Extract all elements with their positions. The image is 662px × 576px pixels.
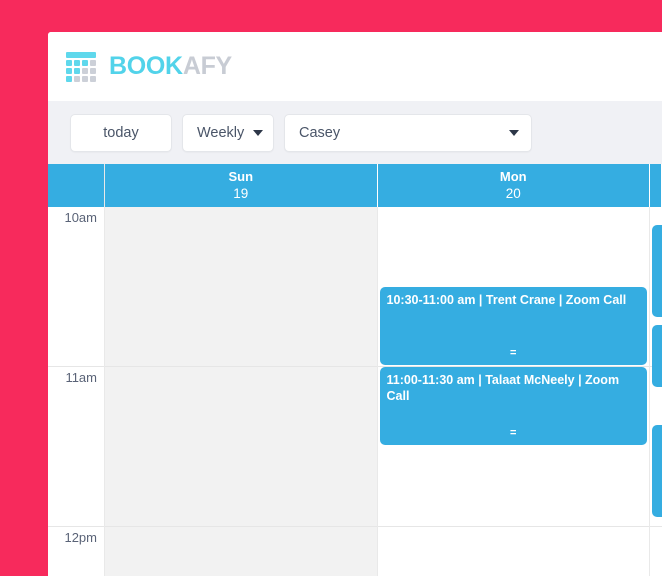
bookafy-logo[interactable]: BOOKAFY [66, 51, 232, 82]
time-slot: 12pm [48, 527, 104, 576]
day-header-number: 20 [505, 186, 521, 202]
time-slot: 11am [48, 367, 104, 527]
hour-cell[interactable] [650, 527, 662, 576]
day-column-next-partial[interactable] [650, 207, 662, 576]
header-gutter-cell [48, 164, 105, 207]
calendar-toolbar: today Weekly Casey [48, 101, 662, 164]
day-column-sun[interactable] [105, 207, 378, 576]
chevron-down-icon [509, 129, 519, 136]
time-gutter: 10am 11am 12pm [48, 207, 105, 576]
brand-name-secondary: AFY [182, 52, 232, 80]
staff-select-value: Casey [299, 124, 341, 141]
brand-bar: BOOKAFY [48, 32, 662, 101]
brand-name-primary: BOOK [109, 52, 183, 80]
calendar-event[interactable]: 11:00-11:30 am | Talaat McNeely | Zoom C… [379, 367, 648, 445]
app-card: BOOKAFY today Weekly Casey Sun 19 Mon 20 [48, 32, 662, 576]
view-select-value: Weekly [197, 124, 245, 141]
day-header-sun[interactable]: Sun 19 [105, 164, 378, 207]
day-column-mon[interactable]: 10:30-11:00 am | Trent Crane | Zoom Call… [377, 207, 650, 576]
today-button-label: today [103, 124, 139, 141]
time-label: 12pm [64, 530, 97, 545]
chevron-down-icon [253, 129, 263, 136]
calendar-event-partial[interactable] [652, 325, 662, 387]
hour-cell[interactable] [105, 527, 377, 576]
today-button[interactable]: today [70, 113, 172, 152]
day-header-dow: Sun [228, 168, 254, 184]
hour-cell[interactable] [105, 207, 377, 367]
weekly-calendar: Sun 19 Mon 20 10am 11am 12pm 10:30-11:00… [48, 164, 662, 576]
calendar-event-label: 11:00-11:30 am | Talaat McNeely | Zoom C… [386, 373, 620, 403]
staff-select[interactable]: Casey [284, 113, 532, 152]
calendar-grid-icon [66, 51, 96, 82]
calendar-event-label: 10:30-11:00 am | Trent Crane | Zoom Call [386, 293, 627, 307]
day-header-next-partial[interactable] [650, 164, 662, 207]
calendar-event-partial[interactable] [652, 425, 662, 517]
calendar-event[interactable]: 10:30-11:00 am | Trent Crane | Zoom Call… [379, 287, 648, 365]
day-header-mon[interactable]: Mon 20 [378, 164, 650, 207]
calendar-day-header: Sun 19 Mon 20 [48, 164, 662, 207]
hour-cell[interactable] [378, 527, 650, 576]
event-resize-handle[interactable]: = [380, 348, 648, 359]
day-header-dow: Mon [499, 168, 527, 184]
event-resize-handle[interactable]: = [380, 428, 648, 439]
time-label: 10am [64, 210, 97, 225]
view-select[interactable]: Weekly [182, 113, 274, 152]
time-label: 11am [65, 370, 97, 385]
time-slot: 10am [48, 207, 104, 367]
calendar-event-partial[interactable] [652, 225, 662, 317]
brand-wordmark: BOOKAFY [109, 54, 232, 79]
day-header-number: 19 [233, 186, 249, 202]
calendar-body: 10am 11am 12pm 10:30-11:00 am | Trent Cr… [48, 207, 662, 576]
hour-cell[interactable] [105, 367, 377, 527]
